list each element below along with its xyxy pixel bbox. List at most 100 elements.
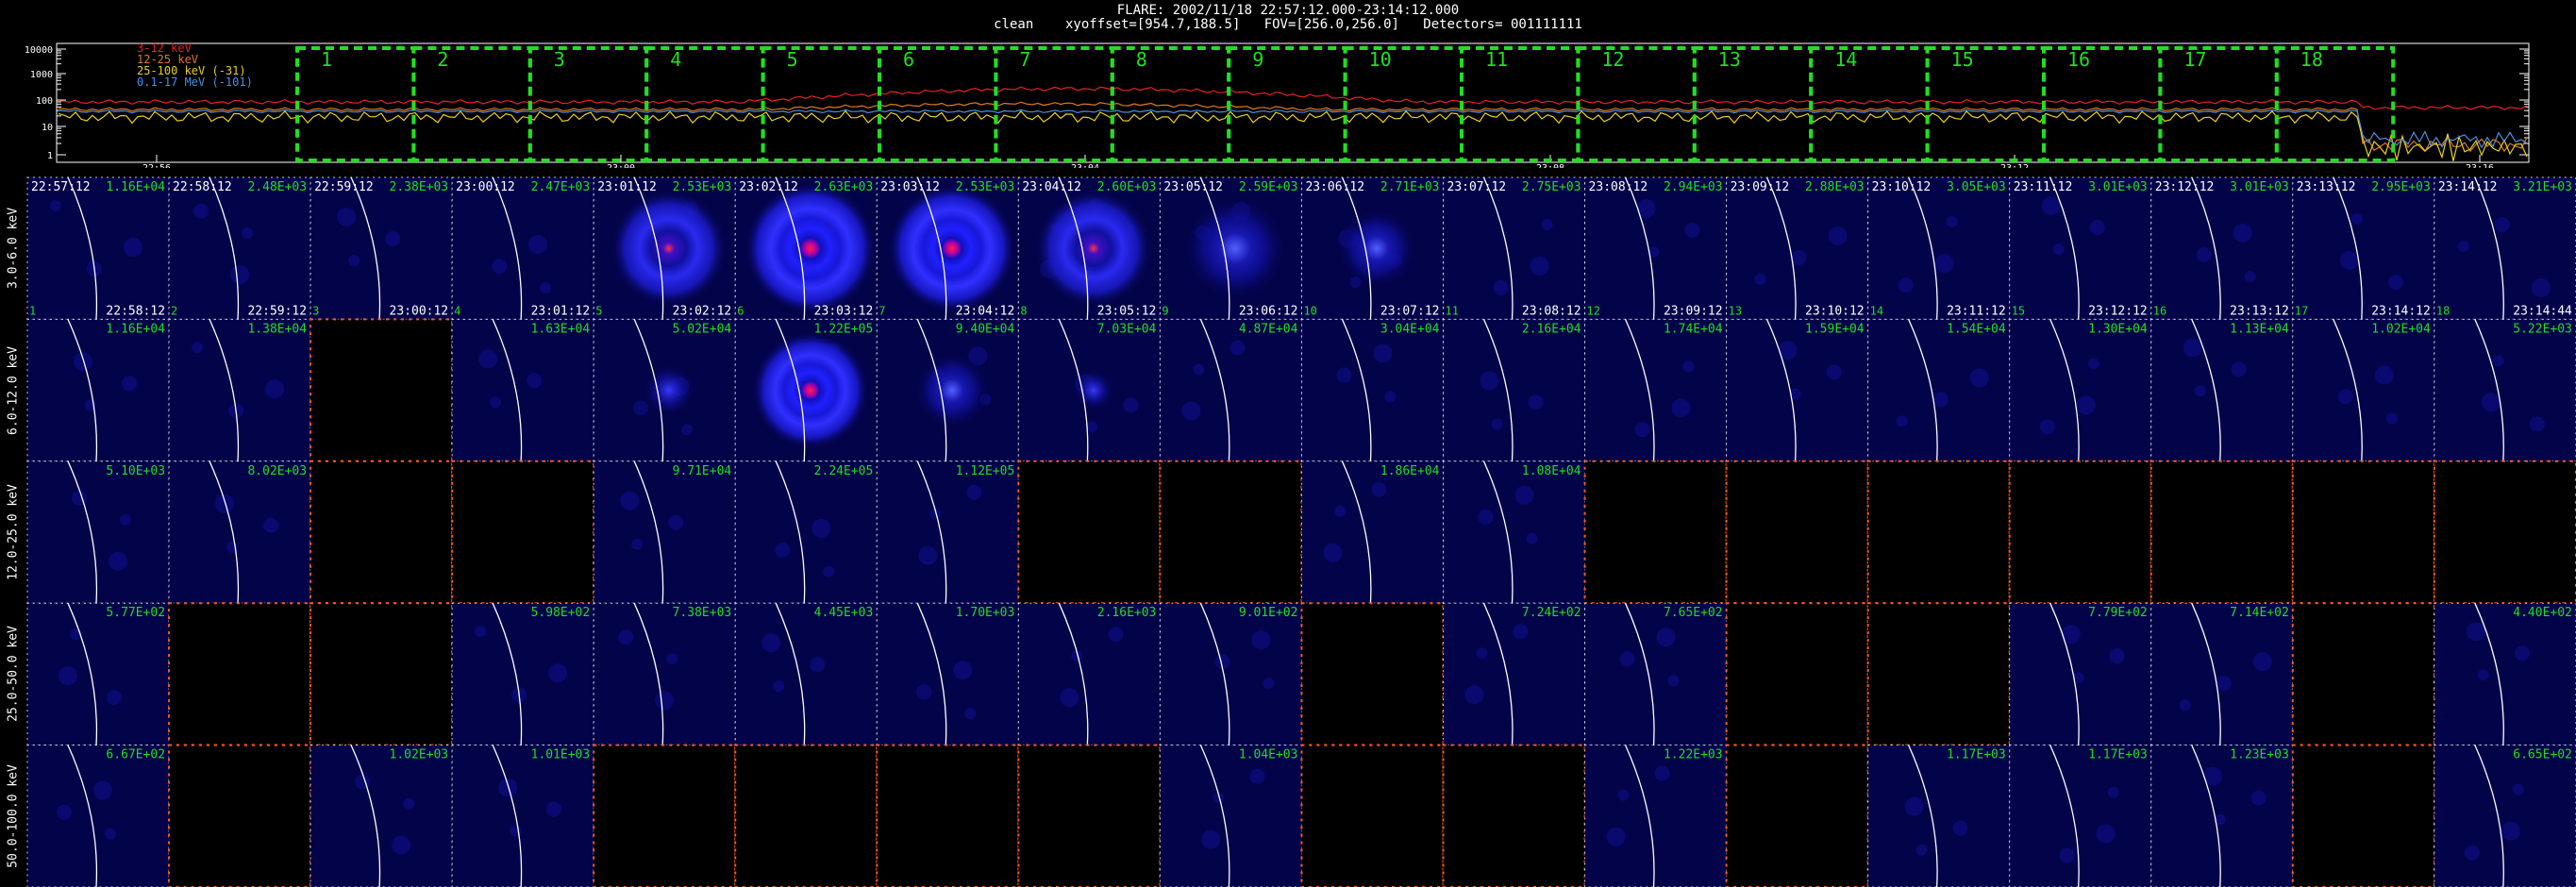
noise-blob [1826, 364, 1842, 380]
image-start-time: 23:10:12 [1872, 180, 1932, 194]
empty-image-cell [1725, 744, 1869, 887]
image-peak-value: 2.95E+03 [2371, 180, 2431, 194]
image-cell: 1.74E+04 [1584, 318, 1728, 462]
noise-blob [337, 208, 357, 226]
image-peak-value: 1.01E+03 [531, 748, 591, 762]
image-cell: 7.14E+02 [2150, 602, 2294, 746]
image-background [27, 603, 170, 745]
noise-blob [1946, 216, 1958, 227]
noise-blob [1476, 647, 1488, 660]
image-cell: 5.77E+02 [26, 602, 170, 746]
image-background [2150, 603, 2293, 745]
noise-blob [2492, 355, 2504, 367]
noise-blob [1371, 481, 1387, 497]
image-cell: 7.79E+02 [2009, 602, 2152, 746]
image-background [310, 177, 453, 320]
noise-blob [2076, 395, 2096, 415]
image-cell: 1.22E+05 [734, 318, 878, 462]
empty-image-cell [593, 744, 737, 887]
noise-blob [1667, 675, 1680, 687]
image-peak-value: 7.65E+02 [1664, 606, 1723, 620]
noise-blob [1754, 274, 1766, 285]
image-cell [309, 602, 454, 746]
image-peak-value: 2.63E+03 [814, 180, 874, 194]
image-peak-value: 2.16E+03 [1097, 606, 1157, 620]
image-cell [309, 318, 454, 462]
image-end-time: 22:59:12 [247, 304, 307, 318]
image-cell: 7.65E+02 [1584, 602, 1728, 746]
image-background [452, 177, 594, 320]
image-cell: 1.86E+04 [1300, 460, 1444, 604]
image-cell [2149, 460, 2294, 605]
image-peak-value: 3.05E+03 [1947, 180, 2006, 194]
image-peak-value: 7.79E+02 [2088, 606, 2148, 620]
noise-blob [478, 349, 498, 369]
image-start-time: 23:14:12 [2438, 180, 2498, 194]
image-cell [1300, 744, 1445, 887]
image-cell: 4.87E+04 [1159, 318, 1302, 462]
noise-blob [2250, 790, 2267, 806]
noise-blob [2107, 786, 2119, 798]
image-cell [1017, 460, 1162, 605]
image-cell [168, 602, 312, 746]
image-cell: 1.13E+04 [2150, 318, 2294, 462]
noise-blob [2337, 389, 2353, 405]
image-cell: 2.48E+03 22:58:12 22:59:12 2 [168, 176, 311, 320]
image-background [310, 745, 453, 887]
image-start-time: 22:59:12 [314, 180, 374, 194]
empty-image-cell [168, 602, 312, 746]
image-background [452, 745, 594, 887]
image-peak-value: 4.87E+04 [1239, 322, 1298, 336]
noise-blob [1060, 688, 1079, 708]
image-start-time: 23:13:12 [2297, 180, 2356, 194]
empty-image-cell [1442, 744, 1586, 887]
image-cell [2291, 744, 2435, 887]
noise-blob [230, 265, 250, 284]
image-peak-value: 3.01E+03 [2088, 180, 2148, 194]
image-peak-value: 1.22E+05 [814, 322, 874, 336]
image-interval-number: 11 [1446, 304, 1459, 317]
image-peak-value: 1.38E+04 [247, 322, 307, 336]
noise-blob [2512, 783, 2524, 795]
noise-blob [193, 204, 209, 219]
image-cell [2433, 460, 2576, 605]
image-end-time: 23:09:12 [1664, 304, 1723, 318]
energy-band-label-text: 50.0-100.0 keV [6, 764, 21, 868]
image-background [27, 177, 170, 320]
empty-image-cell [1725, 460, 1869, 605]
noise-blob [2252, 652, 2272, 672]
image-peak-value: 4.40E+02 [2513, 606, 2572, 620]
noise-blob [105, 828, 116, 840]
image-peak-value: 1.16E+04 [106, 180, 165, 194]
noise-blob [1086, 421, 1098, 433]
image-start-time: 22:58:12 [173, 180, 232, 194]
image-peak-value: 5.98E+02 [531, 606, 591, 620]
noise-blob [1263, 678, 1275, 690]
image-peak-value: 1.12E+05 [956, 464, 1015, 478]
noise-blob [2089, 220, 2105, 235]
image-background [1301, 460, 1444, 604]
image-cell: 1.02E+04 [2292, 318, 2435, 462]
empty-image-cell [1725, 602, 1869, 746]
noise-blob [527, 373, 543, 389]
image-background [2434, 319, 2576, 461]
noise-blob [1181, 401, 1201, 421]
image-cell: 5.22E+03 [2434, 318, 2576, 462]
image-peak-value: 2.59E+03 [1239, 180, 1298, 194]
noise-blob [2350, 213, 2363, 225]
image-background [2292, 177, 2434, 320]
flare-source [744, 182, 877, 315]
image-background [1443, 460, 1585, 604]
image-peak-value: 1.23E+03 [2230, 748, 2289, 762]
image-background [594, 603, 736, 745]
noise-blob [1654, 765, 1670, 781]
image-background [2434, 745, 2576, 887]
image-cell: 2.16E+04 [1443, 318, 1586, 462]
noise-blob [2481, 393, 2501, 412]
energy-band-label-text: 12.0-25.0 keV [6, 484, 21, 580]
image-cell [1017, 744, 1162, 887]
image-background [2434, 177, 2576, 320]
image-start-time: 23:11:12 [2014, 180, 2073, 194]
image-start-time: 23:05:12 [1163, 180, 1223, 194]
image-start-time: 23:02:12 [739, 180, 798, 194]
